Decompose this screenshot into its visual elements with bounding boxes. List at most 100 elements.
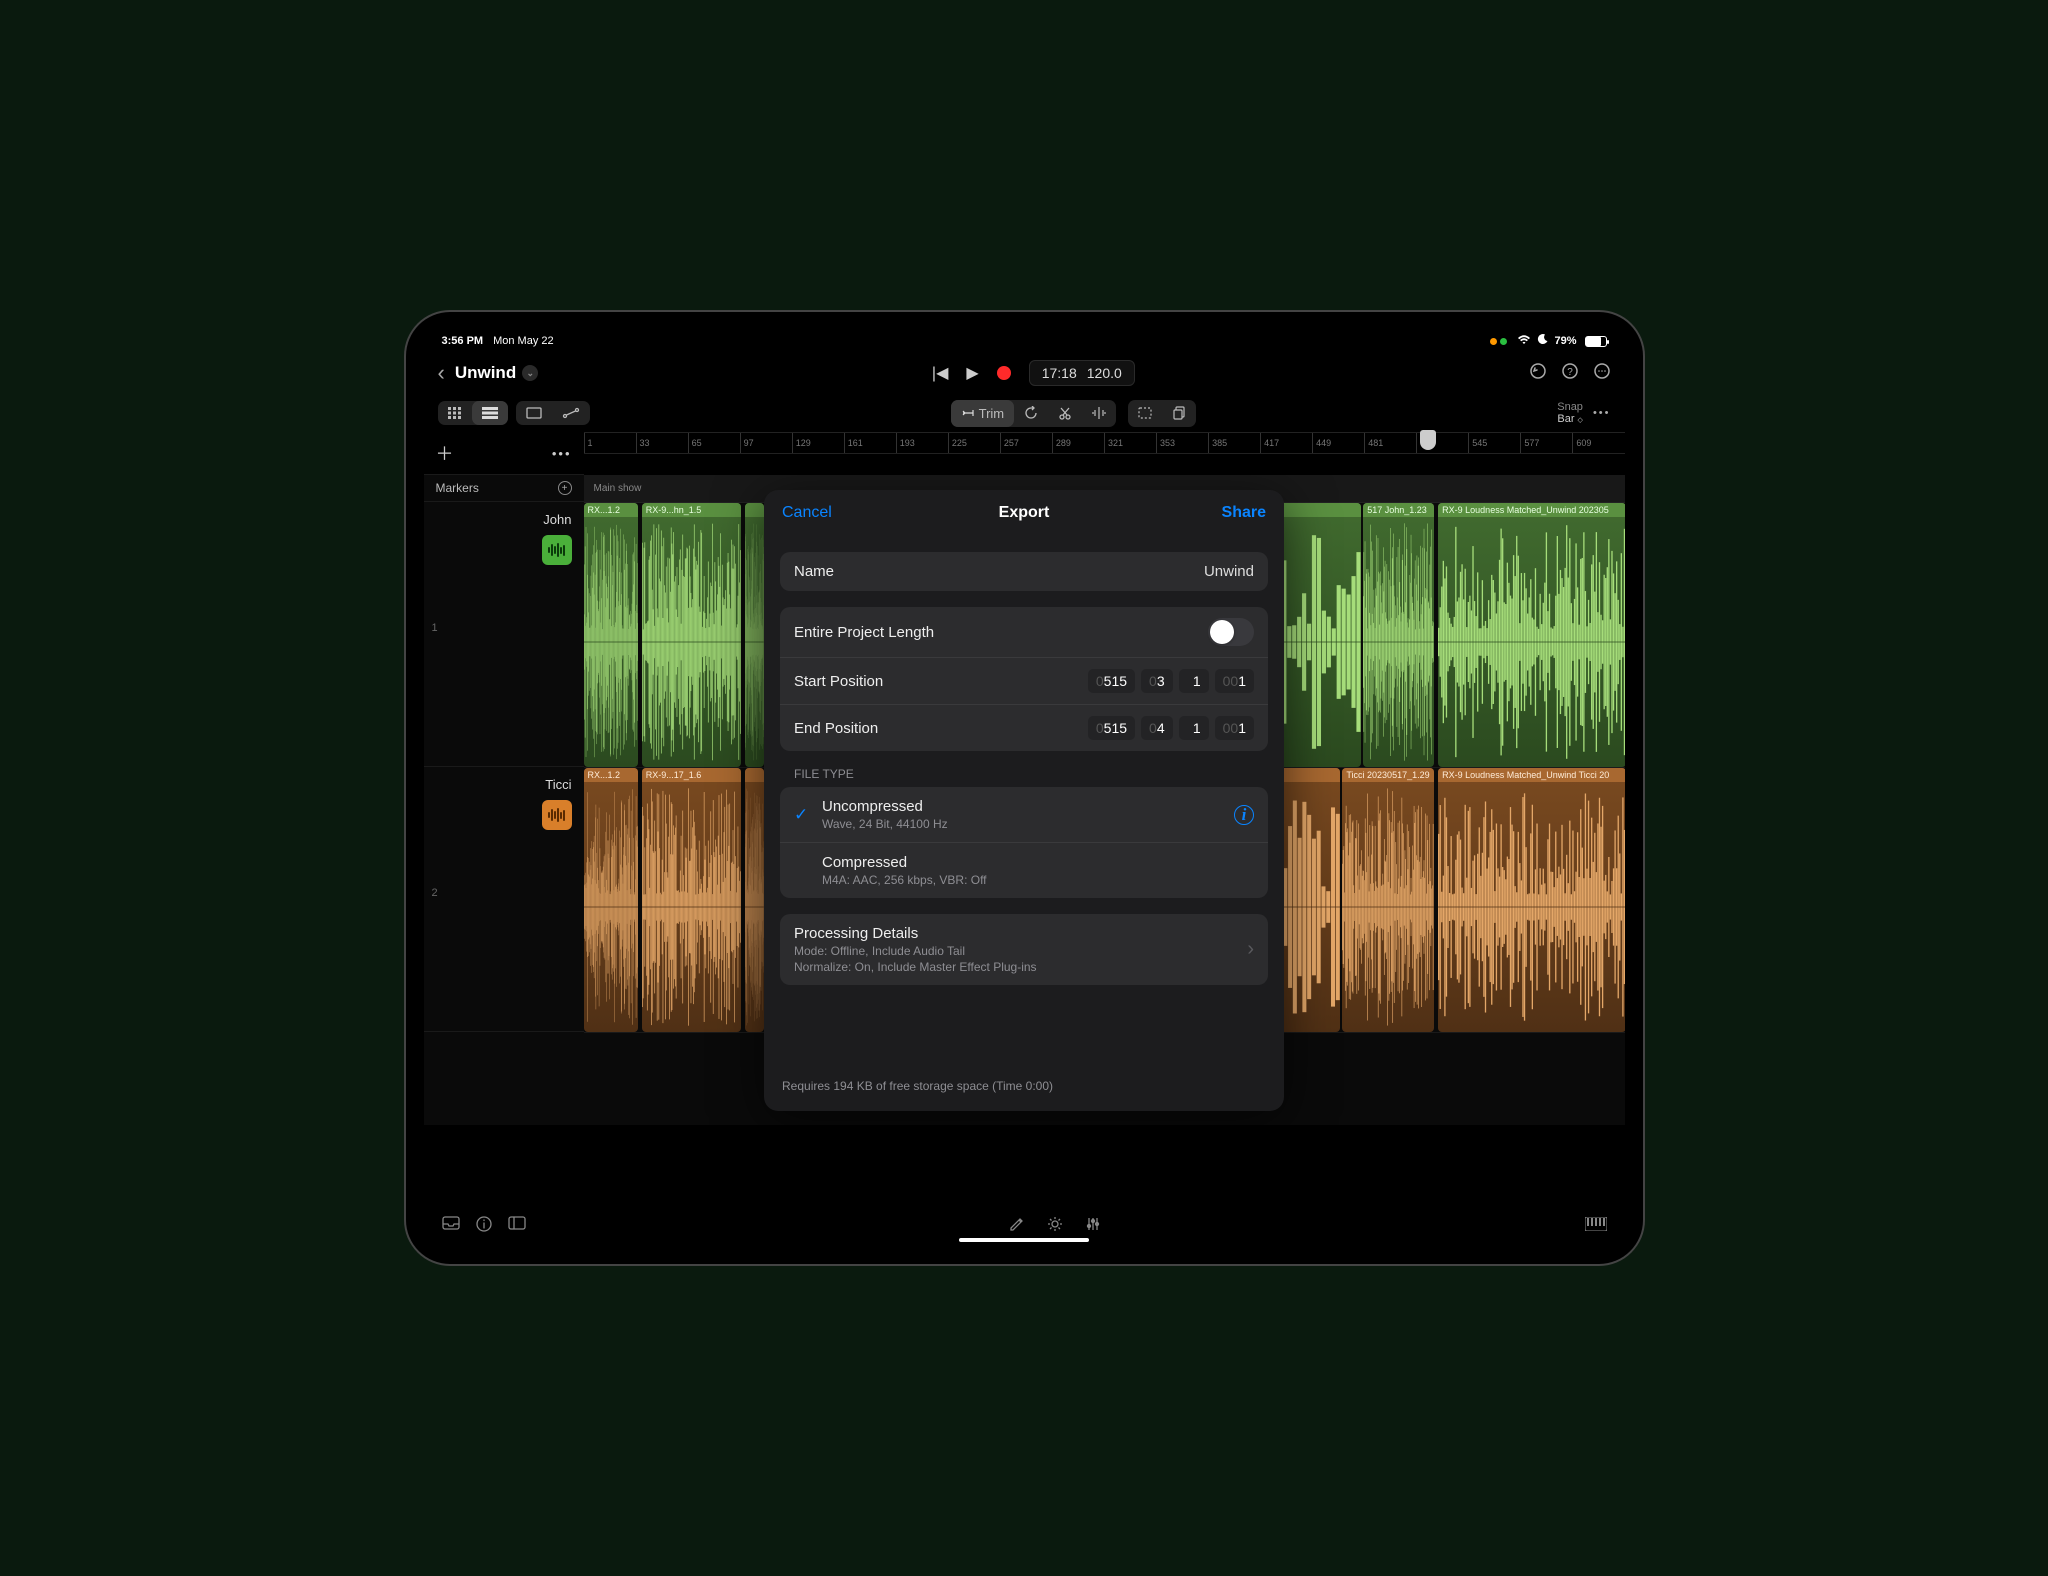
audio-region[interactable]: RX...1.2 [584,503,638,767]
share-button[interactable]: Share [1222,504,1266,522]
start-position-row: Start Position 0515 03 1 001 [780,658,1268,705]
compressed-title: Compressed [822,854,987,871]
export-modal: Cancel Export Share Name Unwind Entire P… [764,490,1284,1111]
tracks-view-button[interactable] [472,401,508,425]
marquee-tool-button[interactable] [1128,400,1162,427]
project-title-dropdown[interactable]: Unwind ⌄ [455,363,538,383]
modal-title: Export [999,504,1050,522]
snap-value: Bar [1557,413,1574,425]
check-icon: ✓ [794,805,812,825]
region-label: RX-9 Loudness Matched_Unwind 202305 [1438,503,1624,517]
compressed-sub: M4A: AAC, 256 kbps, VBR: Off [822,873,987,887]
audio-region[interactable]: RX-9...17_1.6 [642,768,741,1032]
inbox-icon[interactable] [442,1216,460,1236]
entire-length-row: Entire Project Length [780,607,1268,658]
trim-tool-button[interactable]: Trim [951,400,1015,427]
audio-region[interactable]: Ticci 20230517_1.29 [1342,768,1434,1032]
pencil-icon[interactable] [1009,1216,1025,1236]
automation-button[interactable] [552,401,590,425]
audio-region[interactable]: RX-9 Loudness Matched_Unwind 202305 [1438,503,1624,767]
keyboard-icon[interactable] [1585,1218,1607,1235]
track-name: Ticci [436,777,572,792]
time-display[interactable]: 17:18 120.0 [1029,360,1135,386]
region-label [745,503,764,517]
audio-region[interactable] [745,768,764,1032]
info-icon[interactable]: i [1234,805,1254,825]
split-tool-button[interactable] [1082,400,1116,427]
display-group [516,401,590,425]
add-track-button[interactable]: ＋ [436,440,454,466]
undo-button[interactable] [1529,362,1547,385]
region-label: 517 John_1.23 [1363,503,1434,517]
end-position-row: End Position 0515 04 1 001 [780,705,1268,751]
brightness-icon[interactable] [1047,1216,1063,1236]
snap-setting[interactable]: Snap Bar ◇ [1557,401,1583,425]
region-label: RX-9...17_1.6 [642,768,741,782]
processing-details-row[interactable]: Processing Details Mode: Offline, Includ… [780,914,1268,985]
home-indicator[interactable] [959,1238,1089,1242]
audio-region[interactable]: 517 John_1.23 [1363,503,1434,767]
back-button[interactable]: ‹ [438,360,445,386]
track-icon[interactable] [542,800,572,830]
more-button[interactable] [1593,362,1611,385]
playhead-position: 17:18 [1042,365,1077,381]
processing-line2: Normalize: On, Include Master Effect Plu… [794,960,1037,974]
end-label: End Position [794,720,878,737]
track-headers-panel: Markers + 1John2Ticci [424,475,584,1125]
region-label: RX-9 Loudness Matched_Unwind Ticci 20 [1438,768,1624,782]
track-header[interactable]: 2Ticci [424,767,584,1032]
ruler-tick: 577 [1520,433,1572,453]
ruler-tick: 225 [948,433,1000,453]
region-label: RX...1.2 [584,503,638,517]
tempo: 120.0 [1087,365,1122,381]
markers-row[interactable]: Markers + [424,475,584,502]
export-name-field[interactable]: Name Unwind [780,552,1268,591]
uncompressed-option[interactable]: ✓ Uncompressed Wave, 24 Bit, 44100 Hz i [780,787,1268,843]
view-mode-group [438,401,508,425]
entire-length-toggle[interactable] [1208,618,1254,646]
compressed-option[interactable]: Compressed M4A: AAC, 256 kbps, VBR: Off [780,843,1268,898]
region-view-button[interactable] [516,401,552,425]
export-footer: Requires 194 KB of free storage space (T… [780,1075,1268,1097]
ruler-tick: 1 [584,433,636,453]
ruler-tick: 97 [740,433,792,453]
mixer-icon[interactable] [1085,1216,1101,1236]
track-options-button[interactable]: ••• [552,446,572,461]
sidebar-icon[interactable] [508,1216,526,1236]
uncompressed-sub: Wave, 24 Bit, 44100 Hz [822,817,948,831]
record-button[interactable] [997,366,1011,380]
track-header[interactable]: 1John [424,502,584,767]
scissors-tool-button[interactable] [1048,400,1082,427]
audio-region[interactable]: RX-9 Loudness Matched_Unwind Ticci 20 [1438,768,1624,1032]
ruler-tick: 417 [1260,433,1312,453]
audio-region[interactable] [745,503,764,767]
status-date: Mon May 22 [493,335,554,347]
rewind-button[interactable]: |◀ [932,363,948,383]
name-label: Name [794,563,834,580]
ruler-tick: 289 [1052,433,1104,453]
cancel-button[interactable]: Cancel [782,504,832,522]
timeline-ruler[interactable]: 1336597129161193225257289321353385417449… [584,432,1625,454]
grid-view-button[interactable] [438,401,472,425]
audio-region[interactable]: RX...1.2 [584,768,638,1032]
ruler-tick: 193 [896,433,948,453]
svg-text:?: ? [1567,367,1573,378]
track-icon[interactable] [542,535,572,565]
audio-region[interactable]: RX-9...hn_1.5 [642,503,741,767]
loop-tool-button[interactable] [1014,400,1048,427]
more-tools-button[interactable]: ••• [1593,407,1611,419]
name-value: Unwind [1204,563,1254,580]
help-button[interactable]: ? [1561,362,1579,385]
ruler-tick: 449 [1312,433,1364,453]
ruler-tick: 33 [636,433,688,453]
copy-tool-button[interactable] [1162,400,1196,427]
uncompressed-title: Uncompressed [822,798,948,815]
playhead-icon[interactable] [1420,430,1436,450]
start-position-fields[interactable]: 0515 03 1 001 [1088,669,1254,693]
end-position-fields[interactable]: 0515 04 1 001 [1088,716,1254,740]
play-button[interactable]: ▶ [966,363,978,383]
ruler-tick: 161 [844,433,896,453]
ruler-tick: 353 [1156,433,1208,453]
info-icon[interactable] [476,1216,492,1236]
add-marker-button[interactable]: + [558,481,572,495]
